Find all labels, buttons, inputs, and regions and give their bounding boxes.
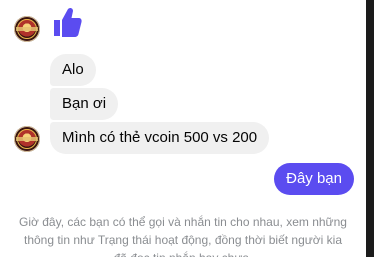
outgoing-message[interactable]: Đây bạn (274, 163, 354, 195)
scrollbar[interactable] (366, 0, 374, 257)
contact-avatar[interactable] (14, 16, 40, 42)
thumbs-up-icon[interactable] (52, 6, 82, 38)
avatar-band (16, 27, 38, 31)
chat-thread: Alo Bạn ơi Mình có thẻ vcoin 500 vs 200 … (0, 0, 366, 257)
incoming-message[interactable]: Mình có thẻ vcoin 500 vs 200 (50, 122, 270, 154)
connection-notice: Giờ đây, các bạn có thể gọi và nhắn tin … (19, 215, 347, 257)
incoming-message[interactable]: Alo (50, 54, 96, 86)
contact-avatar[interactable] (14, 126, 40, 152)
avatar-band (16, 137, 38, 141)
incoming-message[interactable]: Bạn ơi (50, 88, 119, 120)
